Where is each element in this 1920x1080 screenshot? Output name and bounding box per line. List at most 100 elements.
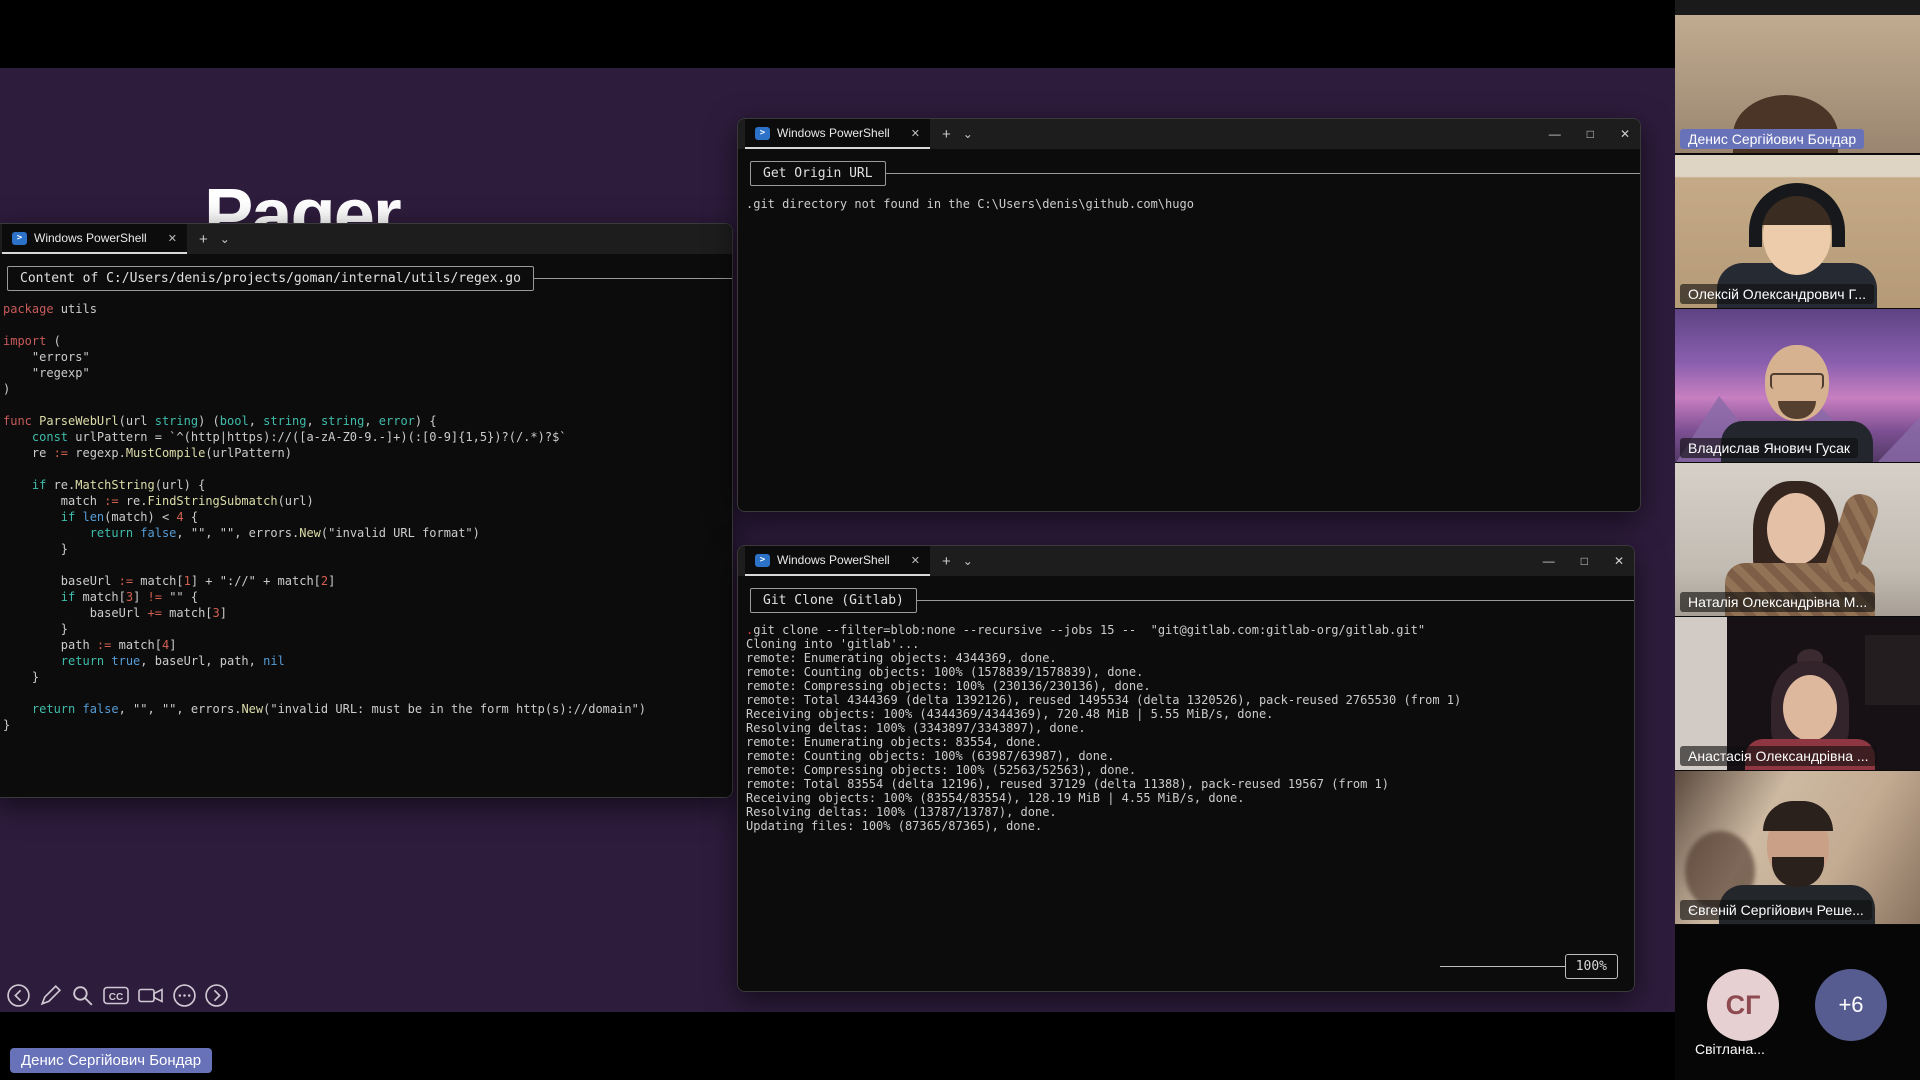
terminal-line <box>3 685 732 701</box>
terminal-line: remote: Counting objects: 100% (63987/63… <box>746 749 1634 763</box>
terminal-line: remote: Compressing objects: 100% (23013… <box>746 679 1634 693</box>
tab-title: Windows PowerShell <box>34 231 147 245</box>
terminal-line: baseUrl += match[3] <box>3 605 732 621</box>
svg-text:CC: CC <box>109 992 123 1003</box>
terminal-line: baseUrl := match[1] + "://" + match[2] <box>3 573 732 589</box>
new-tab-button[interactable]: + <box>942 126 951 143</box>
terminal-line: Cloning into 'gitlab'... <box>746 637 1634 651</box>
tab-dropdown-icon[interactable]: ⌄ <box>220 232 230 246</box>
participant-tile[interactable]: Євгеній Сергійович Реше... <box>1675 771 1920 924</box>
screen-share-area: Pager > Windows PowerShell ✕ + ⌄ Content… <box>0 0 1675 1080</box>
terminal-tab[interactable]: > Windows PowerShell ✕ <box>745 546 930 576</box>
zoom-icon[interactable] <box>70 983 95 1008</box>
participant-name-label: Світлана... <box>1695 1041 1765 1057</box>
terminal-line: } <box>3 621 732 637</box>
terminal-window-git-clone[interactable]: > Windows PowerShell ✕ + ⌄ — □ ✕ Git Clo… <box>737 545 1635 992</box>
terminal-tab[interactable]: > Windows PowerShell ✕ <box>745 119 930 149</box>
pen-icon[interactable] <box>38 983 63 1008</box>
terminal-line: Resolving deltas: 100% (3343897/3343897)… <box>746 721 1634 735</box>
participant-tile[interactable]: Владислав Янович Гусак <box>1675 309 1920 462</box>
section-title: Get Origin URL <box>750 161 886 186</box>
terminal-line: return true, baseUrl, path, nil <box>3 653 732 669</box>
terminal-line: import ( <box>3 333 732 349</box>
tab-dropdown-icon[interactable]: ⌄ <box>963 127 973 141</box>
tab-title: Windows PowerShell <box>777 553 890 567</box>
participant-name-label: Владислав Янович Гусак <box>1680 438 1858 458</box>
terminal-line: ) <box>3 381 732 397</box>
maximize-button[interactable]: □ <box>1581 554 1588 568</box>
terminal-tab[interactable]: > Windows PowerShell ✕ <box>2 224 187 254</box>
camera-icon[interactable] <box>137 983 165 1008</box>
terminal-line: Receiving objects: 100% (83554/83554), 1… <box>746 791 1634 805</box>
terminal-line: package utils <box>3 301 732 317</box>
terminal-tabbar: > Windows PowerShell ✕ + ⌄ — □ ✕ <box>738 546 1634 576</box>
terminal-line: Resolving deltas: 100% (13787/13787), do… <box>746 805 1634 819</box>
arrow-left-icon[interactable] <box>6 983 31 1008</box>
terminal-line: Updating files: 100% (87365/87365), done… <box>746 819 1634 833</box>
section-title-rule <box>886 173 1640 174</box>
tab-close-icon[interactable]: ✕ <box>911 127 920 140</box>
terminal-line: "regexp" <box>3 365 732 381</box>
terminal-output-line: .git directory not found in the C:\Users… <box>746 196 1640 212</box>
terminal-body: Git Clone (Gitlab) .git clone --filter=b… <box>738 576 1634 991</box>
terminal-line: "errors" <box>3 349 732 365</box>
presenter-name-label: Денис Сергійович Бондар <box>10 1048 212 1073</box>
new-tab-button[interactable]: + <box>199 231 208 248</box>
participant-tile[interactable]: Денис Сергійович Бондар <box>1675 0 1920 153</box>
tab-dropdown-icon[interactable]: ⌄ <box>963 554 973 568</box>
terminal-line <box>3 397 732 413</box>
participant-name-label: Анастасія Олександрівна ... <box>1680 746 1877 766</box>
terminal-line: remote: Compressing objects: 100% (52563… <box>746 763 1634 777</box>
terminal-line: } <box>3 541 732 557</box>
more-icon[interactable] <box>172 983 197 1008</box>
terminal-window-code[interactable]: > Windows PowerShell ✕ + ⌄ Content of C:… <box>0 223 733 798</box>
progress-gauge-line <box>1440 966 1565 967</box>
minimize-button[interactable]: — <box>1549 127 1561 141</box>
terminal-line: if re.MatchString(url) { <box>3 477 732 493</box>
minimize-button[interactable]: — <box>1543 554 1555 568</box>
arrow-right-icon[interactable] <box>204 983 229 1008</box>
terminal-line: remote: Enumerating objects: 4344369, do… <box>746 651 1634 665</box>
terminal-line: if match[3] != "" { <box>3 589 732 605</box>
section-title-rule <box>534 278 732 279</box>
terminal-line: path := match[4] <box>3 637 732 653</box>
terminal-window-origin-url[interactable]: > Windows PowerShell ✕ + ⌄ — □ ✕ Get Ori… <box>737 118 1641 512</box>
code-content: package utils import ( "errors" "regexp"… <box>0 291 732 733</box>
terminal-line: .git clone --filter=blob:none --recursiv… <box>746 623 1634 637</box>
annotation-toolbar: CC <box>6 983 229 1008</box>
section-title-row: Content of C:/Users/denis/projects/goman… <box>7 266 732 291</box>
participant-avatar[interactable]: СГ <box>1707 969 1779 1041</box>
terminal-line <box>3 557 732 573</box>
progress-gauge: 100% <box>1440 954 1618 979</box>
terminal-line: return false, "", "", errors.New("invali… <box>3 701 732 717</box>
participant-tile[interactable]: Анастасія Олександрівна ... <box>1675 617 1920 770</box>
section-title-row: Git Clone (Gitlab) <box>750 588 1634 613</box>
powershell-icon: > <box>12 232 27 245</box>
participant-tile[interactable]: Олексій Олександрович Г... <box>1675 155 1920 308</box>
terminal-line <box>3 461 732 477</box>
participants-sidebar: Денис Сергійович Бондар Олексій Олександ… <box>1675 0 1920 1080</box>
terminal-line: remote: Enumerating objects: 83554, done… <box>746 735 1634 749</box>
participant-name-label: Євгеній Сергійович Реше... <box>1680 900 1872 920</box>
terminal-line: re := regexp.MustCompile(urlPattern) <box>3 445 732 461</box>
terminal-line: } <box>3 717 732 733</box>
terminal-body: Get Origin URL .git directory not found … <box>738 149 1640 511</box>
maximize-button[interactable]: □ <box>1587 127 1594 141</box>
participant-name-label: Наталія Олександрівна М... <box>1680 592 1875 612</box>
tab-close-icon[interactable]: ✕ <box>168 232 177 245</box>
participant-tile[interactable]: Наталія Олександрівна М... <box>1675 463 1920 616</box>
section-title-rule <box>917 600 1634 601</box>
new-tab-button[interactable]: + <box>942 553 951 570</box>
section-title-row: Get Origin URL <box>750 161 1640 186</box>
powershell-icon: > <box>755 127 770 140</box>
more-participants-badge[interactable]: +6 <box>1815 969 1887 1041</box>
close-button[interactable]: ✕ <box>1620 127 1630 141</box>
git-output: .git clone --filter=blob:none --recursiv… <box>738 613 1634 833</box>
terminal-line: remote: Total 83554 (delta 12196), reuse… <box>746 777 1634 791</box>
terminal-line: Receiving objects: 100% (4344369/4344369… <box>746 707 1634 721</box>
tab-close-icon[interactable]: ✕ <box>911 554 920 567</box>
terminal-line: remote: Total 4344369 (delta 1392126), r… <box>746 693 1634 707</box>
cc-icon[interactable]: CC <box>102 983 130 1008</box>
close-button[interactable]: ✕ <box>1614 554 1624 568</box>
terminal-line: } <box>3 669 732 685</box>
